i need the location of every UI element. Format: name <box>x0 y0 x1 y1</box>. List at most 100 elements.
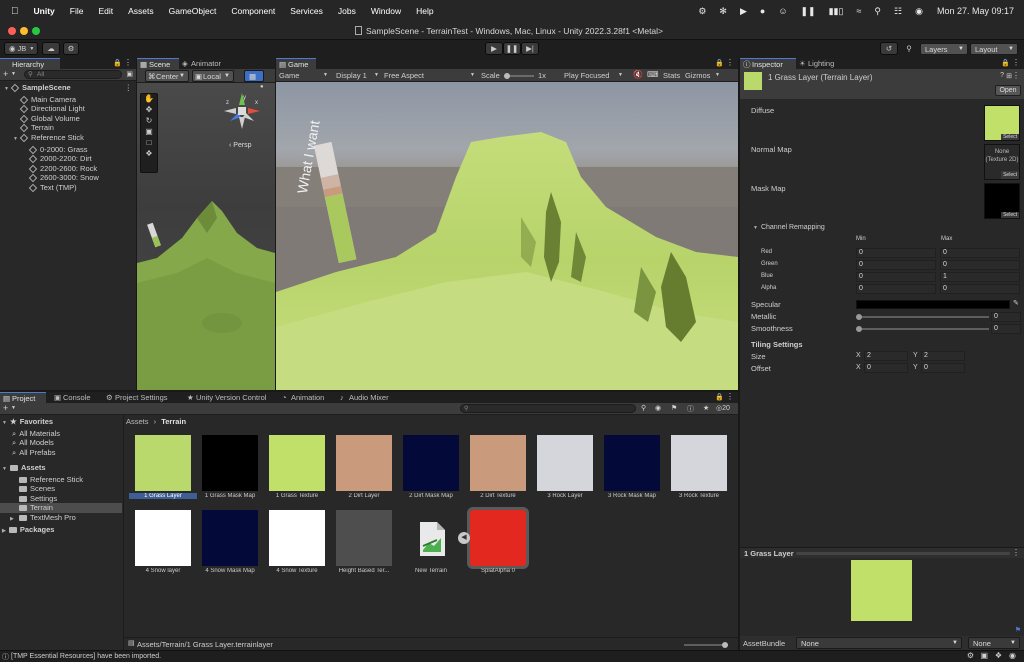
asset-thumbnail[interactable] <box>537 435 593 491</box>
preview-header[interactable]: 1 Grass Layer ⋮ <box>740 547 1024 558</box>
hierarchy-item[interactable]: Main Camera <box>0 95 136 105</box>
minimize-window-button[interactable] <box>20 27 28 35</box>
menu-unity[interactable]: Unity <box>34 6 55 16</box>
channel-min-field[interactable]: 0 <box>856 272 936 282</box>
metallic-slider[interactable] <box>859 316 989 318</box>
mask-select-button[interactable]: Select <box>1001 212 1019 218</box>
asset-thumbnail[interactable] <box>135 510 191 566</box>
progress-icon[interactable]: ⚙ <box>967 651 974 660</box>
channel-max-field[interactable]: 0 <box>940 284 1020 294</box>
tab-console[interactable]: ▣ Console <box>51 392 97 403</box>
favorites-header[interactable]: ▼ ★ Favorites <box>2 417 60 429</box>
menu-services[interactable]: Services <box>290 6 323 16</box>
normal-select-button[interactable]: Select <box>1001 171 1019 179</box>
layout-dropdown[interactable]: Layout ▼ <box>970 43 1018 55</box>
mute-audio-icon[interactable]: 🔇 <box>633 70 643 79</box>
pivot-center-dropdown[interactable]: ⌘ Center ▼ <box>145 70 189 82</box>
menu-window[interactable]: Window <box>371 6 401 16</box>
eyedropper-icon[interactable]: ✎ <box>1013 299 1019 307</box>
hierarchy-item[interactable]: ▼ Reference Stick <box>0 133 136 145</box>
move-tool-icon[interactable]: ✥ <box>141 105 157 116</box>
asset-folder-item[interactable]: Settings <box>2 494 122 504</box>
hierarchy-search-input[interactable]: ⚲ All <box>24 70 122 79</box>
pause-button[interactable]: ❚❚ <box>503 42 521 55</box>
cache-icon[interactable]: ◉ <box>1009 651 1016 660</box>
play-icon[interactable]: ▶ <box>740 6 747 17</box>
mask-map-slot[interactable]: Select <box>984 183 1020 219</box>
channel-remapping-foldout[interactable]: ▼ Channel Remapping <box>753 224 825 231</box>
hierarchy-item[interactable]: Text (TMP) <box>0 183 136 193</box>
normal-map-slot[interactable]: None (Texture 2D) Select <box>984 144 1020 180</box>
tab-version-control[interactable]: ★ Unity Version Control <box>184 392 276 403</box>
metallic-value-field[interactable]: 0 <box>991 312 1021 322</box>
offset-y-field[interactable]: 0 <box>921 363 965 373</box>
transform-tool-icon[interactable]: ❖ <box>141 149 157 160</box>
game-viewport[interactable]: What I want <box>276 82 738 390</box>
project-search-input[interactable]: ⚲ <box>460 404 636 413</box>
channel-min-field[interactable]: 0 <box>856 248 936 258</box>
lock-icon[interactable]: ● <box>260 84 264 90</box>
asset-thumbnail[interactable] <box>202 435 258 491</box>
lock-icon[interactable]: 🔒 <box>715 59 724 67</box>
channel-min-field[interactable]: 0 <box>856 260 936 270</box>
hierarchy-item[interactable]: ▼ SampleScene ⋮ <box>0 83 136 95</box>
info-icon[interactable]: ⓘ <box>687 404 694 414</box>
asset-folder-item[interactable]: Scenes <box>2 484 122 494</box>
asset-folder-item[interactable]: Terrain <box>0 503 122 513</box>
tab-hierarchy[interactable]: Hierarchy <box>0 58 60 69</box>
more-icon[interactable]: ⋮ <box>125 83 133 93</box>
asset-thumbnail[interactable] <box>336 435 392 491</box>
filter-tag-icon[interactable]: ⚑ <box>671 404 677 412</box>
close-window-button[interactable] <box>8 27 16 35</box>
specular-color-field[interactable] <box>856 300 1010 309</box>
icon-size-slider[interactable] <box>684 642 728 648</box>
asset-thumbnail[interactable] <box>403 510 459 566</box>
tab-project[interactable]: ▤ Project <box>0 392 46 403</box>
scene-viewport[interactable]: ✋ ✥ ↻ ▣ □ ❖ y z x ‹ Persp ● <box>137 83 275 390</box>
zoom-window-button[interactable] <box>32 27 40 35</box>
help-icon[interactable]: ? <box>1000 72 1004 79</box>
asset-thumbnail[interactable] <box>336 510 392 566</box>
add-icon[interactable]: + <box>3 69 8 79</box>
hierarchy-item[interactable]: Terrain <box>0 123 136 133</box>
breadcrumb-assets[interactable]: Assets <box>126 417 149 426</box>
tab-animator[interactable]: ◈ Animator <box>179 58 235 69</box>
asset-thumbnail[interactable] <box>403 435 459 491</box>
status-message[interactable]: [TMP Essential Resources] have been impo… <box>11 653 161 660</box>
hand-tool-icon[interactable]: ✋ <box>141 94 157 105</box>
asset-thumbnail[interactable] <box>671 435 727 491</box>
hierarchy-item[interactable]: Global Volume <box>0 114 136 124</box>
control-center-icon[interactable]: ☷ <box>894 6 902 17</box>
asset-thumbnail[interactable] <box>269 510 325 566</box>
orientation-gizmo[interactable]: y z x <box>222 91 262 131</box>
search-button[interactable]: ⚲ <box>902 42 916 55</box>
diffuse-texture-slot[interactable]: Select <box>984 105 1020 141</box>
more-icon[interactable]: ⋮ <box>726 392 734 401</box>
tab-game[interactable]: ▤ Game <box>276 58 316 69</box>
more-icon[interactable]: ⋮ <box>124 58 132 67</box>
channel-min-field[interactable]: 0 <box>856 284 936 294</box>
menu-file[interactable]: File <box>70 6 84 16</box>
more-icon[interactable]: ⋮ <box>726 58 734 67</box>
foldout-open-icon[interactable]: ▼ <box>13 136 18 142</box>
foldout-closed-icon[interactable]: ▶ <box>10 515 16 525</box>
wifi-icon[interactable]: ≈ <box>856 6 861 16</box>
asset-thumbnail[interactable] <box>135 435 191 491</box>
search-by-label-icon[interactable]: ◉ <box>655 404 661 412</box>
cloud-button[interactable]: ☁ <box>42 42 60 55</box>
asset-thumbnail[interactable] <box>269 435 325 491</box>
hierarchy-item[interactable]: 0-2000: Grass <box>0 145 136 155</box>
favorites-item[interactable]: ⌕ All Prefabs <box>2 448 60 458</box>
breadcrumb-terrain[interactable]: Terrain <box>161 417 186 426</box>
assetbundle-dropdown[interactable]: None ▼ <box>796 637 962 649</box>
hierarchy-item[interactable]: 2000-2200: Dirt <box>0 154 136 164</box>
apple-menu-icon[interactable]:  <box>11 6 19 17</box>
debug-icon[interactable]: ❖ <box>995 651 1002 660</box>
tab-audio-mixer[interactable]: ♪ Audio Mixer <box>337 392 397 403</box>
preview-divider[interactable] <box>796 552 1010 555</box>
asset-thumbnail[interactable] <box>202 510 258 566</box>
space-local-dropdown[interactable]: ▣ Local ▼ <box>192 70 234 82</box>
unity-status-icon[interactable]: ⚙ <box>698 6 706 17</box>
scale-tool-icon[interactable]: ▣ <box>141 127 157 138</box>
asset-thumbnail[interactable] <box>604 435 660 491</box>
